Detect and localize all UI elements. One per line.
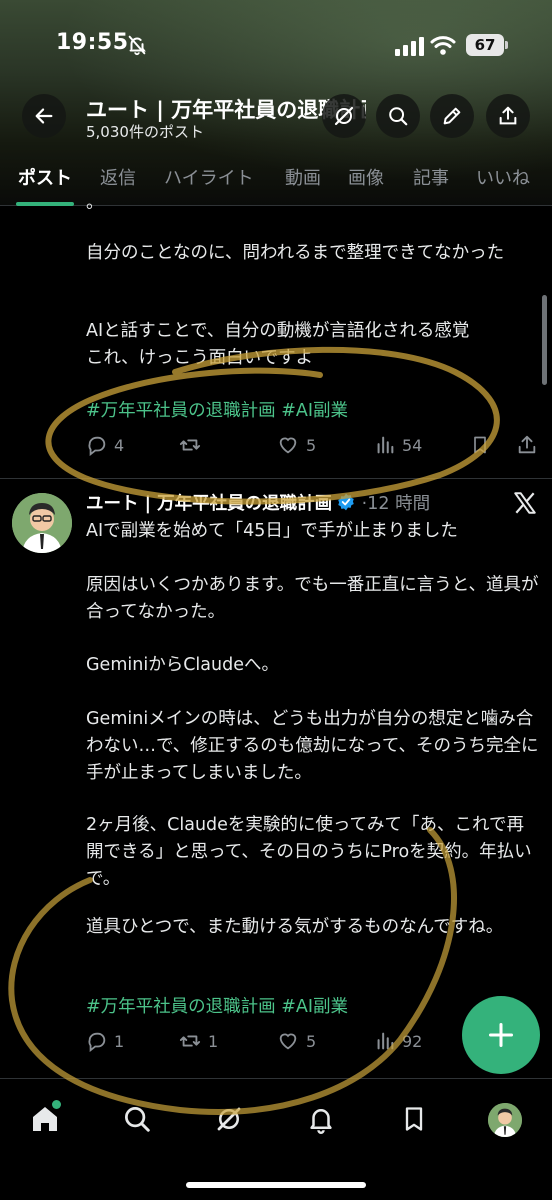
reply-button[interactable]: 1 — [86, 1030, 124, 1052]
like-button[interactable]: 5 — [276, 1030, 316, 1052]
battery-tip — [505, 41, 508, 49]
like-count: 5 — [306, 435, 317, 455]
post2-author-line: ユート | 万年平社員の退職計画 ·12 時間 — [86, 490, 430, 515]
post1-actions: 4 5 54 — [86, 434, 546, 462]
repost-button[interactable] — [178, 434, 208, 456]
tab-posts[interactable]: ポスト — [16, 158, 74, 206]
signal-icon — [395, 37, 424, 56]
views-count: 54 — [402, 435, 423, 455]
reply-button[interactable]: 4 — [86, 434, 124, 456]
post2-paragraph: AIで副業を始めて「45日」で手が止まりました — [86, 521, 458, 541]
views-count: 92 — [402, 1031, 423, 1051]
reply-count: 1 — [114, 1031, 125, 1051]
share-icon — [499, 106, 517, 125]
heart-icon — [279, 1033, 297, 1050]
x-logo-icon — [514, 492, 536, 514]
battery-icon: 67 — [466, 34, 504, 56]
heart-icon — [279, 437, 297, 454]
back-button[interactable] — [22, 94, 66, 138]
reply-icon — [88, 436, 106, 456]
back-arrow-icon — [35, 108, 53, 124]
author-avatar[interactable] — [12, 493, 72, 553]
status-bar: 19:55 67 — [0, 28, 552, 64]
post2-paragraph: 道具ひとつで、また動ける気がするものなんですね。 — [86, 917, 504, 937]
home-indicator — [186, 1182, 366, 1188]
post1-hashtags[interactable]: #万年平社員の退職計画 #AI副業 — [86, 398, 541, 425]
post2-paragraph: 2ヶ月後、Claudeを実験的に使ってみて「あ、これで再開できる」と思って、その… — [86, 815, 532, 889]
notifications-icon — [310, 1109, 332, 1134]
repost-count: 1 — [208, 1031, 219, 1051]
share-button[interactable] — [486, 94, 530, 138]
edit-button[interactable] — [430, 94, 474, 138]
nav-notifications[interactable] — [303, 1101, 339, 1137]
plus-icon — [488, 1022, 514, 1048]
grok-icon — [334, 106, 354, 126]
repost-icon — [179, 1035, 201, 1047]
post1-partial-text: 。 — [86, 193, 104, 213]
nav-grok[interactable] — [211, 1101, 247, 1137]
profile-avatar[interactable] — [488, 1103, 522, 1137]
like-count: 5 — [306, 1031, 317, 1051]
grok-button[interactable] — [322, 94, 366, 138]
status-time: 19:55 — [56, 30, 129, 55]
nav-search[interactable] — [119, 1101, 155, 1137]
wifi-icon — [430, 36, 456, 55]
home-notification-dot — [52, 1100, 61, 1109]
search-icon — [389, 107, 408, 126]
views-button[interactable]: 92 — [374, 1030, 422, 1052]
post-time[interactable]: 12 時間 — [367, 494, 430, 514]
views-button[interactable]: 54 — [374, 434, 422, 456]
post-divider — [0, 478, 552, 479]
search-icon — [125, 1107, 150, 1132]
bookmark-icon — [474, 436, 486, 454]
share-icon — [518, 435, 536, 454]
share-post-button[interactable] — [516, 434, 538, 456]
nav-bookmarks[interactable] — [396, 1101, 432, 1137]
bookmark-icon — [405, 1107, 423, 1131]
repost-icon — [179, 439, 201, 451]
author-name[interactable]: ユート | 万年平社員の退職計画 — [86, 494, 332, 514]
avatar-illustration — [12, 493, 72, 553]
pencil-icon — [443, 107, 461, 125]
compose-fab-button[interactable] — [462, 996, 540, 1074]
avatar-illustration — [488, 1103, 522, 1137]
repost-button[interactable]: 1 — [178, 1030, 218, 1052]
post1-paragraph: AIと話すことで、自分の動機が言語化される感覚 これ、けっこう面白いですよ — [86, 321, 470, 368]
bell-off-icon — [128, 35, 146, 56]
post-count: 5,030件のポスト — [86, 123, 204, 141]
bookmark-button[interactable] — [470, 434, 490, 456]
post2-paragraph: 原因はいくつかあります。でも一番正直に言うと、道具が合ってなかった。 — [86, 575, 539, 622]
like-button[interactable]: 5 — [276, 434, 316, 456]
post1-paragraph: 自分のことなのに、問われるまで整理できてなかった — [86, 243, 505, 263]
reply-icon — [88, 1032, 106, 1052]
verified-badge-icon — [338, 493, 354, 511]
views-icon — [377, 1032, 394, 1050]
views-icon — [377, 436, 394, 454]
post2-paragraph: Geminiメインの時は、どうも出力が自分の想定と噛み合わない…で、修正するのも… — [86, 709, 539, 783]
grok-icon — [217, 1107, 241, 1131]
scrollbar[interactable] — [542, 295, 547, 385]
search-button[interactable] — [376, 94, 420, 138]
post2-paragraph: GeminiからClaudeへ。 — [86, 655, 279, 675]
reply-count: 4 — [114, 435, 125, 455]
